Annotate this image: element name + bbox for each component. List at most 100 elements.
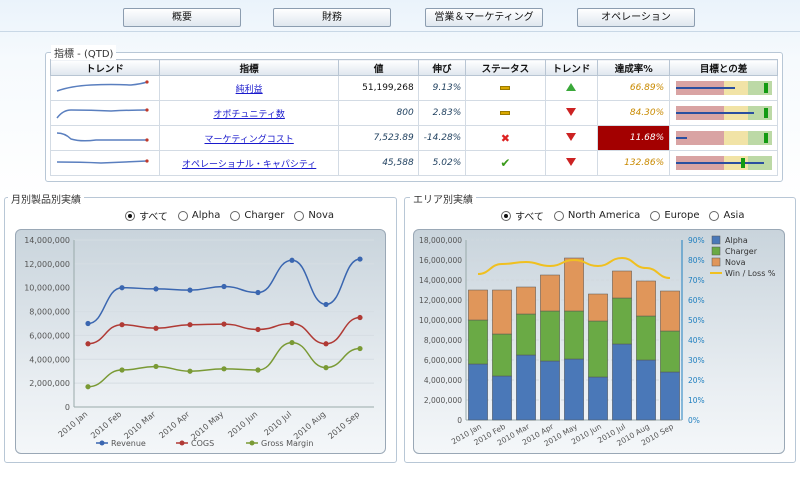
x-tick-label: 2010 Aug xyxy=(292,410,327,442)
radio-dot[interactable] xyxy=(553,210,564,221)
metric-link[interactable]: オペレーショナル・キャパシティ xyxy=(182,160,316,170)
radio-charger[interactable]: Charger xyxy=(230,210,284,221)
y-tick-label: 0 xyxy=(65,403,70,412)
radio-all[interactable]: すべて xyxy=(501,208,544,223)
x-tick-label: 2010 Jul xyxy=(263,410,294,438)
legend-item: Nova xyxy=(711,257,746,267)
metric-value: 51,199,268 xyxy=(338,75,419,101)
bar-segment xyxy=(516,354,536,421)
kpi-row-net-profit: 純利益 51,199,268 9.13% 66.89% xyxy=(50,75,778,101)
kpi-panel-title: 指標 - (QTD) xyxy=(51,45,117,60)
data-point xyxy=(255,326,261,333)
status-good-icon: ✔ xyxy=(500,156,511,170)
sparkline-cell xyxy=(50,150,160,176)
kpi-row-opportunities: オポチュニティ数 800 2.83% 84.30% xyxy=(50,100,778,126)
radio-dot[interactable] xyxy=(501,210,511,221)
y2-tick-label: 40% xyxy=(688,336,705,345)
y2-tick-label: 20% xyxy=(688,376,705,385)
y-tick-label: 10,000,000 xyxy=(24,284,70,293)
tab-finance[interactable]: 財務 xyxy=(273,8,391,27)
data-point xyxy=(85,320,91,327)
data-point xyxy=(323,301,329,308)
y-tick-label: 0 xyxy=(457,416,462,425)
kpi-row-operational-capacity: オペレーショナル・キャパシティ 45,588 5.02% ✔ 132.86% xyxy=(50,150,778,176)
data-point xyxy=(187,368,193,374)
col-target-diff: 目標との差 xyxy=(669,59,778,76)
bar-segment xyxy=(540,310,560,362)
metric-growth: 9.13% xyxy=(417,75,467,101)
y-tick-label: 8,000,000 xyxy=(424,336,462,345)
tab-sales-marketing[interactable]: 営業＆マーケティング xyxy=(425,8,543,27)
radio-dot[interactable] xyxy=(650,210,661,221)
col-growth: 伸び xyxy=(417,59,467,76)
line-chart: 0 2,000,000 4,000,000 6,000,000 8,000,000 10,… xyxy=(24,236,374,448)
y2-tick-label: 70% xyxy=(688,276,705,285)
legend-item: Revenue xyxy=(96,439,146,448)
x-tick-label: 2010 Apr xyxy=(157,409,191,440)
data-point xyxy=(85,384,91,390)
radio-asia[interactable]: Asia xyxy=(709,210,744,221)
bar-segment xyxy=(540,274,560,312)
y-tick-label: 12,000,000 xyxy=(24,260,70,269)
legend-item: Alpha xyxy=(711,235,748,245)
series-line xyxy=(87,258,361,325)
trend-down-icon xyxy=(566,157,577,166)
achievement-rate: 66.89% xyxy=(597,75,671,101)
data-point xyxy=(221,283,227,290)
y-tick-label: 2,000,000 xyxy=(424,396,462,405)
y-tick-label: 12,000,000 xyxy=(419,296,462,305)
bar-segment xyxy=(588,293,608,322)
top-navigation: 概要 財務 営業＆マーケティング オペレーション xyxy=(0,0,800,32)
nav-divider xyxy=(0,31,800,32)
legend-label: Nova xyxy=(725,258,746,267)
sparkline-cell xyxy=(50,75,160,101)
col-trend-arrow: トレンド xyxy=(544,59,599,76)
radio-north-america[interactable]: North America xyxy=(553,210,640,221)
metric-link[interactable]: 純利益 xyxy=(236,85,263,95)
radio-dot[interactable] xyxy=(125,210,135,221)
bar-segment xyxy=(636,359,656,421)
bar-segment xyxy=(612,270,632,299)
monthly-product-panel: すべて Alpha Charger Nova 0 2,000,000 4,000,0… xyxy=(4,197,397,463)
col-metric: 指標 xyxy=(158,59,340,76)
achievement-rate: 132.86% xyxy=(597,150,671,176)
data-point xyxy=(357,256,363,262)
sparkline xyxy=(56,79,149,92)
x-tick-label: 2010 May xyxy=(189,409,225,441)
radio-dot[interactable] xyxy=(294,210,305,221)
data-point xyxy=(221,366,227,372)
metric-value: 800 xyxy=(338,100,419,126)
y2-tick-label: 10% xyxy=(688,396,705,405)
data-point xyxy=(323,341,329,347)
tab-overview[interactable]: 概要 xyxy=(123,8,241,27)
tab-operations[interactable]: オペレーション xyxy=(577,8,695,27)
kpi-row-marketing-cost: マーケティングコスト 7,523.89 -14.28% ✖ 11.68% xyxy=(50,125,778,151)
metric-link[interactable]: オポチュニティ数 xyxy=(213,110,284,120)
data-point xyxy=(221,321,227,327)
bar-segment xyxy=(660,330,680,373)
radio-all[interactable]: すべて xyxy=(125,208,168,223)
radio-alpha[interactable]: Alpha xyxy=(177,210,220,221)
data-point xyxy=(153,363,159,370)
x-tick-label: 2010 Jun xyxy=(226,410,259,440)
radio-dot[interactable] xyxy=(177,210,188,221)
achievement-rate: 11.68% xyxy=(597,125,671,151)
line-chart-box: 0 2,000,000 4,000,000 6,000,000 8,000,000 10,… xyxy=(15,229,386,454)
radio-europe[interactable]: Europe xyxy=(650,210,699,221)
y2-tick-label: 80% xyxy=(688,256,705,265)
data-point xyxy=(289,320,295,327)
y-tick-label: 6,000,000 xyxy=(29,331,70,340)
y2-tick-label: 50% xyxy=(688,316,705,325)
data-point xyxy=(119,367,125,373)
radio-dot[interactable] xyxy=(709,210,720,221)
metric-value: 7,523.89 xyxy=(338,125,419,151)
x-tick-label: 2010 Mar xyxy=(122,409,157,441)
kpi-panel: トレンド 指標 値 伸び ステータス トレンド 達成率% 目標との差 純利益 5… xyxy=(45,52,783,182)
trend-down-icon xyxy=(566,132,577,141)
data-point xyxy=(357,314,363,321)
radio-dot[interactable] xyxy=(230,210,241,221)
metric-link[interactable]: マーケティングコスト xyxy=(205,135,294,145)
sparkline xyxy=(56,158,149,164)
radio-nova[interactable]: Nova xyxy=(294,210,334,221)
achievement-rate: 84.30% xyxy=(597,100,671,126)
